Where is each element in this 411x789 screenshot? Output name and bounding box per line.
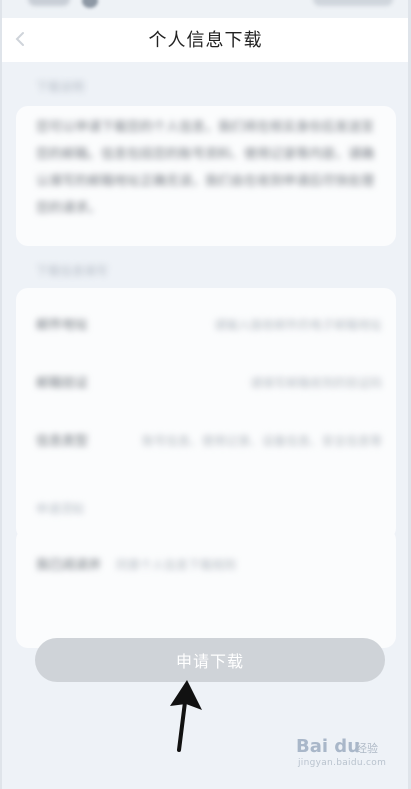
verify-label: 邮箱验证 [36, 376, 89, 391]
agreement-row[interactable]: 我已阅读并 同意个人信息下载规则 [16, 546, 396, 586]
email-value[interactable]: 请输入接收邮件的电子邮箱地址 [162, 314, 382, 336]
phone-screen: 个人信息下载 下载说明 您可以申请下载您的个人信息，我们将在核实身份后发送至您的… [0, 0, 411, 789]
verify-value[interactable]: 请填写邮箱收到的验证码 [162, 372, 382, 394]
email-label: 邮件地址 [36, 318, 89, 333]
status-time [28, 0, 70, 6]
frame-left-edge [0, 0, 2, 789]
verify-row[interactable]: 邮箱验证 请填写邮箱收到的验证码 [16, 364, 396, 404]
pointer-arrow-icon [170, 680, 202, 752]
email-row[interactable]: 邮件地址 请输入接收邮件的电子邮箱地址 [16, 306, 396, 346]
intro-card: 您可以申请下载您的个人信息，我们将在核实身份后发送至您的邮箱。信息包括您的账号资… [16, 106, 396, 246]
intro-section-label: 下载说明 [36, 80, 85, 94]
download-info-section-label: 下载信息填写 [36, 264, 109, 278]
intro-text: 您可以申请下载您的个人信息，我们将在核实身份后发送至您的邮箱。信息包括您的账号资… [36, 120, 375, 216]
agreement-label: 我已阅读并 [36, 558, 102, 573]
watermark-brand: Bai du [296, 736, 361, 757]
status-indicator-icon [82, 0, 98, 8]
status-icons [313, 0, 393, 6]
info-type-label: 信息类型 [36, 434, 89, 449]
agreement-section-label: 申请须知 [36, 502, 85, 516]
baidu-jingyan-watermark: Bai du 经验 jingyan.baidu.com [296, 736, 388, 776]
agreement-value[interactable]: 同意个人信息下载规则 [116, 554, 336, 576]
status-bar [0, 0, 411, 18]
watermark-sub: 经验 [356, 742, 378, 755]
info-type-row[interactable]: 信息类型 账号信息、使用记录、设备信息、安全信息等 [16, 422, 396, 462]
watermark-url: jingyan.baidu.com [298, 758, 387, 768]
info-type-value[interactable]: 账号信息、使用记录、设备信息、安全信息等 [142, 430, 382, 452]
nav-bar: 个人信息下载 [0, 18, 411, 62]
agreement-card: 我已阅读并 同意个人信息下载规则 [16, 528, 396, 648]
page-title: 个人信息下载 [148, 30, 263, 51]
